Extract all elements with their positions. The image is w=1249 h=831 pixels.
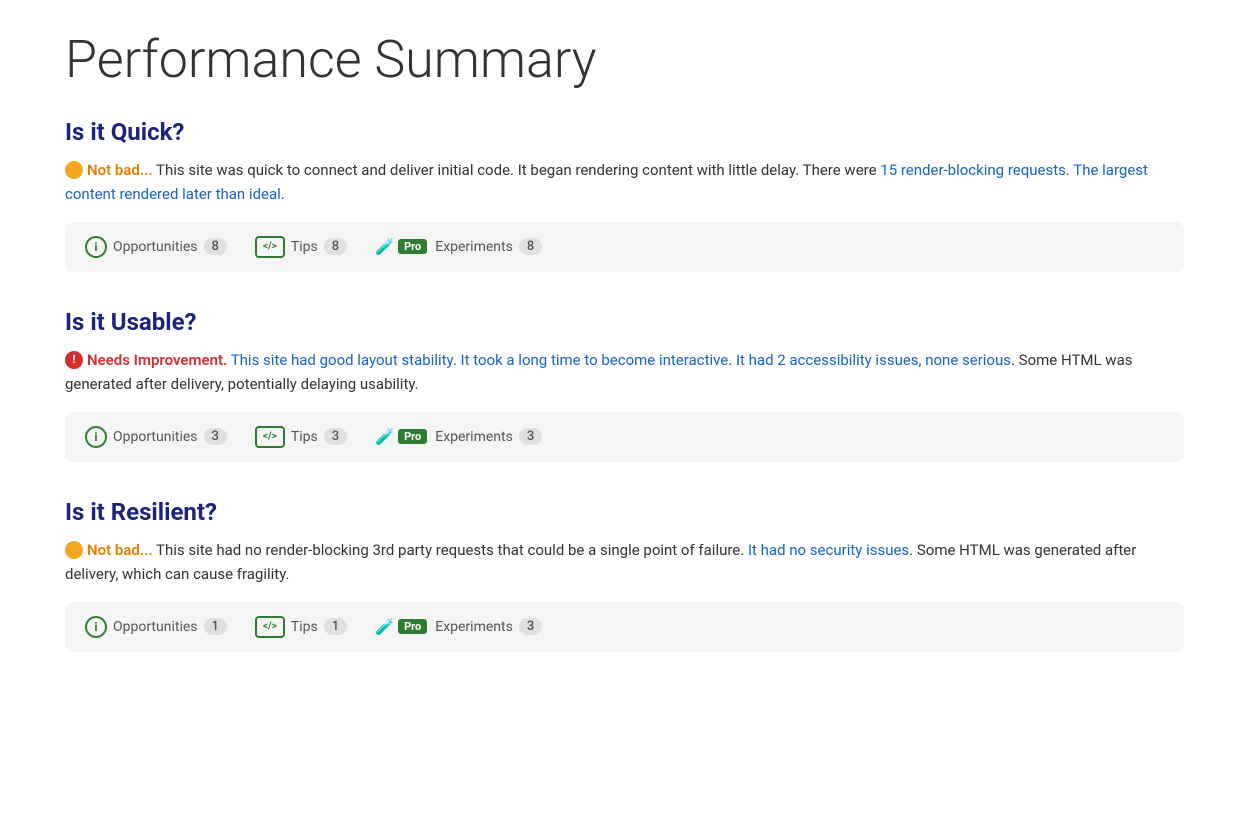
- section-resilient: Is it Resilient? ⚠Not bad... This site ha…: [65, 498, 1184, 652]
- warning-icon: ⚠: [65, 161, 83, 179]
- section-heading-usable: Is it Usable?: [65, 308, 1184, 336]
- section-desc-usable: !Needs Improvement. This site had good l…: [65, 348, 1184, 396]
- inline-link[interactable]: It had no security issues: [748, 541, 909, 559]
- tag-tips[interactable]: </> Tips 8: [255, 236, 347, 258]
- section-heading-quick: Is it Quick?: [65, 118, 1184, 146]
- tag-count: 8: [519, 238, 542, 255]
- experiments-flask-icon: 🧪: [375, 617, 395, 636]
- experiments-flask-icon: 🧪: [375, 427, 395, 446]
- tag-tips[interactable]: </> Tips 1: [255, 616, 347, 638]
- tag-count: 1: [204, 618, 227, 635]
- section-desc-quick: ⚠Not bad... This site was quick to conne…: [65, 158, 1184, 206]
- tag-label: Experiments: [435, 429, 513, 445]
- tag-count: 1: [324, 618, 347, 635]
- experiments-flask-icon: 🧪: [375, 237, 395, 256]
- tag-experiments[interactable]: 🧪Pro Experiments 3: [375, 427, 542, 446]
- tag-count: 3: [204, 428, 227, 445]
- tag-label: Experiments: [435, 619, 513, 635]
- inline-link[interactable]: 15 render-blocking requests: [880, 161, 1066, 179]
- tips-icon: </>: [255, 236, 285, 258]
- section-quick: Is it Quick? ⚠Not bad... This site was qu…: [65, 118, 1184, 272]
- pro-badge: Pro: [398, 619, 427, 634]
- tag-label: Opportunities: [113, 239, 198, 255]
- tag-opportunities[interactable]: i Opportunities 1: [85, 616, 227, 638]
- tags-bar-usable: i Opportunities 3 </> Tips 3 🧪Pro Experiments 3: [65, 412, 1184, 462]
- tag-opportunities[interactable]: i Opportunities 8: [85, 236, 227, 258]
- page-title: Performance Summary: [65, 30, 1184, 90]
- tag-tips[interactable]: </> Tips 3: [255, 426, 347, 448]
- inline-link[interactable]: It had 2 accessibility issues, none seri…: [736, 351, 1011, 369]
- pro-badge: Pro: [398, 239, 427, 254]
- tags-bar-quick: i Opportunities 8 </> Tips 8 🧪Pro Experiments 8: [65, 222, 1184, 272]
- section-desc-resilient: ⚠Not bad... This site had no render-bloc…: [65, 538, 1184, 586]
- tag-count: 8: [324, 238, 347, 255]
- inline-link[interactable]: It took a long time to become interactiv…: [461, 351, 729, 369]
- opportunities-icon: i: [85, 616, 107, 638]
- tag-label: Opportunities: [113, 619, 198, 635]
- tag-label: Tips: [291, 619, 318, 635]
- status-label-usable: Needs Improvement.: [87, 351, 227, 369]
- section-usable: Is it Usable?!Needs Improvement. This si…: [65, 308, 1184, 462]
- tags-bar-resilient: i Opportunities 1 </> Tips 1 🧪Pro Experiments 3: [65, 602, 1184, 652]
- status-label-resilient: Not bad...: [87, 541, 153, 559]
- tag-experiments[interactable]: 🧪Pro Experiments 3: [375, 617, 542, 636]
- inline-link[interactable]: This site had good layout stability: [231, 351, 453, 369]
- tag-count: 3: [519, 428, 542, 445]
- error-icon: !: [65, 351, 83, 369]
- tips-icon: </>: [255, 426, 285, 448]
- section-heading-resilient: Is it Resilient?: [65, 498, 1184, 526]
- tag-count: 3: [324, 428, 347, 445]
- tag-count: 8: [204, 238, 227, 255]
- tag-label: Experiments: [435, 239, 513, 255]
- tag-opportunities[interactable]: i Opportunities 3: [85, 426, 227, 448]
- status-label-quick: Not bad...: [87, 161, 153, 179]
- tips-icon: </>: [255, 616, 285, 638]
- tag-label: Tips: [291, 429, 318, 445]
- tag-label: Opportunities: [113, 429, 198, 445]
- opportunities-icon: i: [85, 426, 107, 448]
- tag-count: 3: [519, 618, 542, 635]
- tag-label: Tips: [291, 239, 318, 255]
- pro-badge: Pro: [398, 429, 427, 444]
- opportunities-icon: i: [85, 236, 107, 258]
- warning-icon: ⚠: [65, 541, 83, 559]
- tag-experiments[interactable]: 🧪Pro Experiments 8: [375, 237, 542, 256]
